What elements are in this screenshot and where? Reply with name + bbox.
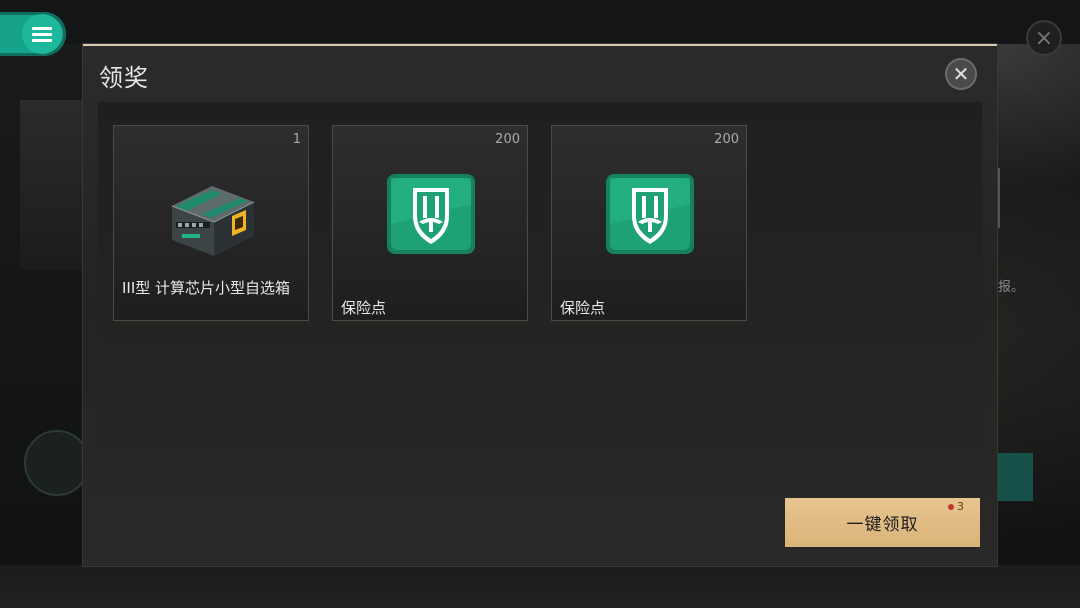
insurance-point-icon <box>387 174 475 254</box>
background-bottom-bar <box>0 565 1080 608</box>
background-side-text: 报。 <box>998 280 1025 295</box>
background-left-emblem <box>24 430 90 496</box>
claim-all-button[interactable]: 一键领取 3 <box>785 498 980 547</box>
reward-card-chip-box[interactable]: 1 III型 计算芯片小型自选箱 <box>113 125 309 321</box>
modal-title: 领奖 <box>99 64 149 92</box>
background-top-bar <box>0 0 1080 44</box>
background-close-icon: × <box>1026 20 1062 56</box>
reward-list: 1 III型 计算芯片小型自选箱 200 保险点 200 保险点 <box>98 102 982 484</box>
chip-box-icon <box>171 186 255 256</box>
red-dot-icon <box>948 503 954 510</box>
background-right-bracket <box>997 168 1020 228</box>
reward-name: 保险点 <box>560 299 606 317</box>
reward-quantity: 1 <box>292 132 301 147</box>
close-icon: ✕ <box>952 62 970 86</box>
reward-quantity: 200 <box>495 132 520 147</box>
reward-name: 保险点 <box>341 299 387 317</box>
menu-icon <box>22 14 62 54</box>
reward-card-insurance[interactable]: 200 保险点 <box>332 125 528 321</box>
insurance-point-icon <box>606 174 694 254</box>
reward-quantity: 200 <box>714 132 739 147</box>
background-left-panel <box>20 100 82 270</box>
reward-card-insurance[interactable]: 200 保险点 <box>551 125 747 321</box>
close-button[interactable]: ✕ <box>945 58 977 90</box>
background-teal-button <box>997 453 1033 501</box>
reward-modal: 领奖 ✕ 1 III型 计算芯片小型自选箱 200 保险点 200 保险点 一键… <box>83 44 997 566</box>
claim-all-label: 一键领取 <box>846 515 919 535</box>
notification-badge: 3 <box>948 500 964 513</box>
badge-count: 3 <box>957 500 964 513</box>
menu-button[interactable] <box>0 12 66 56</box>
reward-name: III型 计算芯片小型自选箱 <box>122 279 291 297</box>
